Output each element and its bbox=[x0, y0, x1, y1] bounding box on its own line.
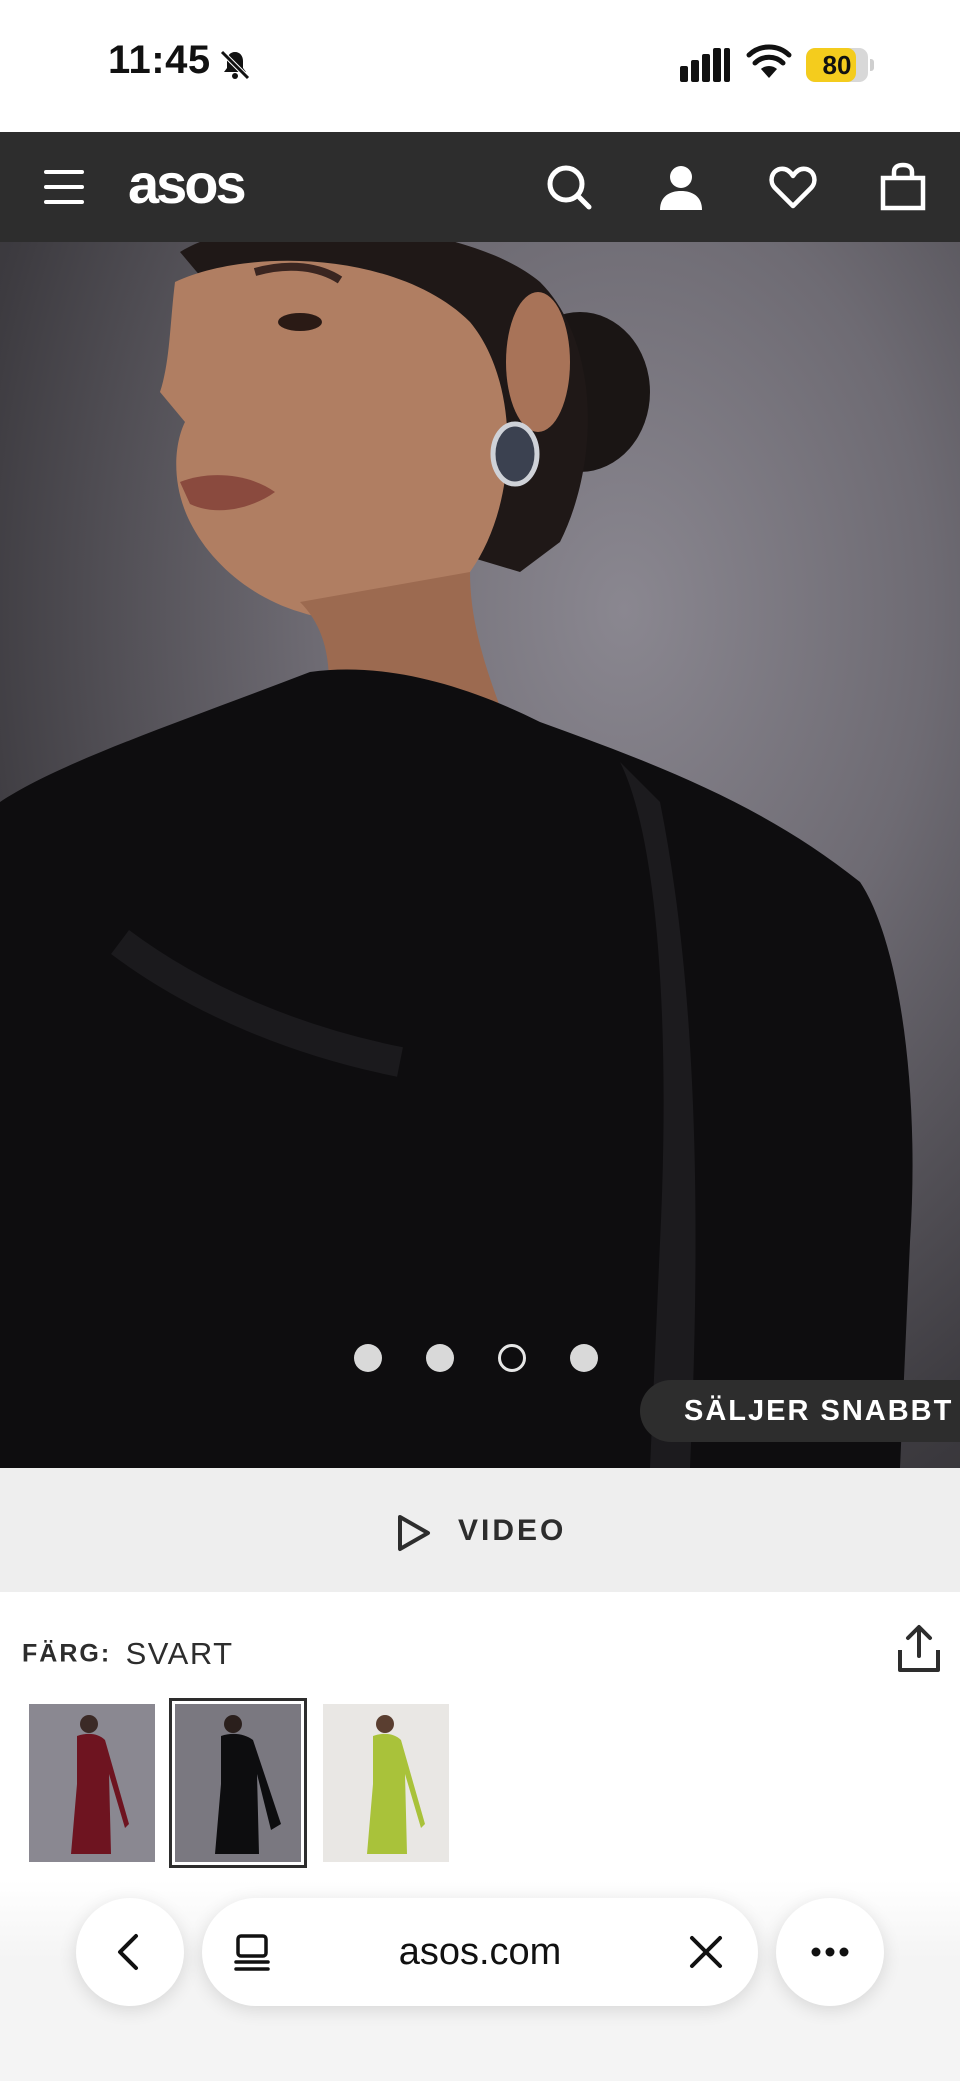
carousel-dot[interactable] bbox=[426, 1344, 454, 1372]
more-button[interactable] bbox=[776, 1898, 884, 2006]
hamburger-menu-icon[interactable] bbox=[44, 170, 84, 204]
battery-level: 80 bbox=[822, 50, 852, 80]
color-swatch-burgundy[interactable] bbox=[29, 1704, 155, 1862]
address-bar[interactable]: asos.com bbox=[202, 1898, 758, 2006]
wifi-icon bbox=[746, 44, 792, 78]
product-hero-image[interactable]: SÄLJER SNABBT bbox=[0, 242, 960, 1468]
color-swatch-black[interactable] bbox=[169, 1698, 307, 1868]
url-text: asos.com bbox=[398, 1931, 562, 1973]
video-button[interactable]: VIDEO bbox=[0, 1468, 960, 1592]
close-icon[interactable] bbox=[686, 1932, 726, 1972]
more-icon bbox=[811, 1947, 849, 1957]
battery-icon: 80 bbox=[806, 48, 874, 82]
carousel-dot[interactable] bbox=[570, 1344, 598, 1372]
back-chevron-icon bbox=[118, 1934, 138, 1970]
play-icon bbox=[398, 1515, 430, 1551]
color-swatch-lime[interactable] bbox=[323, 1704, 449, 1862]
bell-slash-icon bbox=[220, 50, 250, 80]
share-icon[interactable] bbox=[896, 1624, 942, 1674]
heart-icon[interactable] bbox=[768, 162, 818, 212]
model-photo bbox=[0, 242, 913, 1468]
site-header: asos bbox=[0, 132, 960, 242]
carousel-dots bbox=[354, 1344, 610, 1372]
color-value: SVART bbox=[125, 1636, 234, 1671]
asos-logo[interactable]: asos bbox=[128, 154, 247, 214]
color-selector-header: FÄRG: SVART bbox=[22, 1636, 234, 1676]
color-label: FÄRG: bbox=[22, 1639, 112, 1668]
search-icon[interactable] bbox=[544, 162, 594, 212]
cellular-signal-icon bbox=[680, 48, 730, 82]
status-bar: 11:45 80 bbox=[0, 0, 960, 132]
status-time: 11:45 bbox=[108, 38, 211, 82]
video-label: VIDEO bbox=[458, 1514, 567, 1547]
back-button[interactable] bbox=[76, 1898, 184, 2006]
carousel-dot[interactable] bbox=[354, 1344, 382, 1372]
carousel-dot[interactable] bbox=[498, 1344, 526, 1372]
bag-icon[interactable] bbox=[878, 162, 928, 212]
selling-fast-badge: SÄLJER SNABBT bbox=[640, 1380, 960, 1442]
account-icon[interactable] bbox=[656, 162, 706, 212]
